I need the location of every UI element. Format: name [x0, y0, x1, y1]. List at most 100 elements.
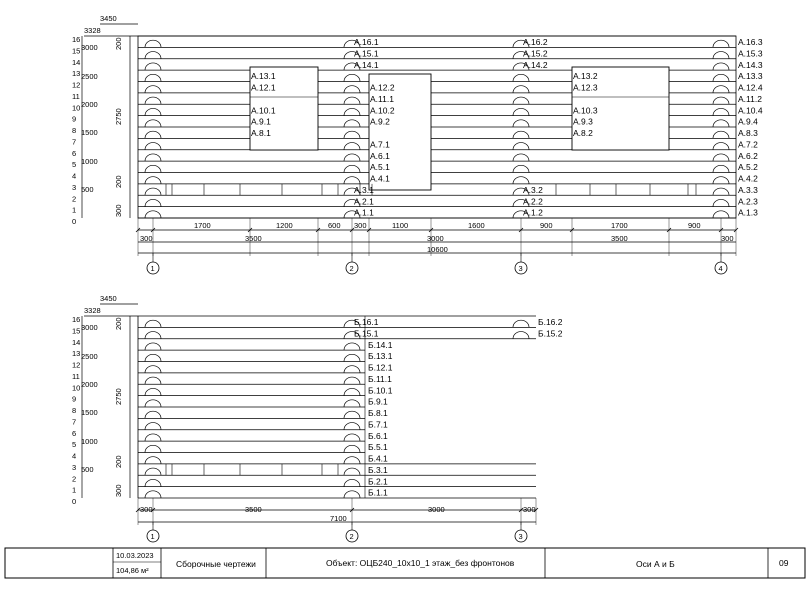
- scale-digit: 4: [72, 172, 76, 181]
- area-text: 104,86 м²: [116, 566, 149, 575]
- scale-digit: 2: [72, 474, 76, 483]
- label-a-right: A.14.3: [738, 60, 763, 70]
- axis-number: 4: [719, 264, 723, 273]
- label-a-window2: A.10.3: [573, 105, 598, 115]
- log-arch: [144, 96, 162, 105]
- label-b-right: Б.16.2: [538, 317, 563, 327]
- log-arch: [712, 153, 730, 162]
- axis-number: 1: [151, 532, 155, 541]
- log-arch: [144, 39, 162, 48]
- log-arch: [512, 165, 530, 173]
- scale-digit: 0: [72, 217, 76, 226]
- level-2000: 2000: [81, 100, 98, 109]
- scale-digit: 7: [72, 417, 76, 426]
- log-arch: [144, 445, 162, 453]
- log-arch: [343, 119, 361, 128]
- dim-3000: 3000: [427, 234, 444, 243]
- log-arch: [712, 108, 730, 116]
- log-arch: [343, 165, 361, 173]
- level-2000: 2000: [81, 380, 98, 389]
- scale-digit: 14: [72, 58, 80, 67]
- scale-digit: 9: [72, 115, 76, 124]
- label-a-col2: A.15.1: [354, 48, 379, 58]
- log-arch: [343, 445, 361, 453]
- axis-number: 3: [519, 264, 523, 273]
- scale-digit: 11: [72, 92, 80, 101]
- dim-3500: 3500: [245, 505, 262, 514]
- log-arch: [144, 433, 162, 442]
- log-arch: [144, 410, 162, 419]
- log-arch: [144, 210, 162, 219]
- scale-digit: 5: [72, 440, 76, 449]
- label-b-side: Б.1.1: [368, 488, 388, 498]
- log-arch: [712, 210, 730, 219]
- label-b-side: Б.12.1: [368, 363, 393, 373]
- vdim-200-bottom: 200: [114, 455, 123, 468]
- dim-300-right: 300: [523, 505, 536, 514]
- label-a-window2: A.13.2: [573, 71, 598, 81]
- vdim-200-top: 200: [114, 317, 123, 330]
- label-a-right: A.3.3: [738, 185, 758, 195]
- label-a-col3: A.2.2: [523, 196, 543, 206]
- label-a-right: A.4.2: [738, 174, 758, 184]
- label-a-right: A.2.3: [738, 196, 758, 206]
- vdim-200-top: 200: [114, 37, 123, 50]
- label-a-right: A.7.2: [738, 139, 758, 149]
- log-arch: [512, 74, 530, 82]
- log-arch: [712, 142, 730, 150]
- label-b-side: Б.7.1: [368, 419, 388, 429]
- label-a-window1: A.13.1: [251, 71, 276, 81]
- log-arch: [512, 142, 530, 150]
- axes-text: Оси А и Б: [636, 559, 675, 569]
- label-a-door: A.9.2: [370, 117, 390, 127]
- log-arch: [144, 388, 162, 396]
- scale-digit: 10: [72, 103, 80, 112]
- log-arch: [343, 388, 361, 396]
- axis-number: 2: [350, 264, 354, 273]
- label-a-col3: A.16.2: [523, 37, 548, 47]
- level-3000: 3000: [81, 323, 98, 332]
- log-arch: [512, 176, 530, 184]
- level-500: 500: [81, 465, 94, 474]
- scale-digit: 8: [72, 126, 76, 135]
- dim-1200: 1200: [276, 221, 293, 230]
- log-arch: [144, 51, 162, 59]
- level-1500: 1500: [81, 408, 98, 417]
- scale-digit: 15: [72, 46, 80, 55]
- scale-digit: 5: [72, 160, 76, 169]
- log-arch: [343, 399, 361, 408]
- label-b-side: Б.14.1: [368, 340, 393, 350]
- scale-digit: 9: [72, 395, 76, 404]
- level-2500: 2500: [81, 72, 98, 81]
- level-500: 500: [81, 185, 94, 194]
- label-a-door: A.12.2: [370, 83, 395, 93]
- log-arch: [712, 165, 730, 173]
- vdim-300: 300: [114, 204, 123, 217]
- log-arch: [144, 74, 162, 82]
- scale-digit: 1: [72, 486, 76, 495]
- log-arch: [712, 130, 730, 139]
- label-b-side: Б.10.1: [368, 385, 393, 395]
- log-arch: [512, 108, 530, 116]
- scale-digit: 8: [72, 406, 76, 415]
- level-1000: 1000: [81, 157, 98, 166]
- label-b-side: Б.6.1: [368, 431, 388, 441]
- log-arch: [343, 490, 361, 499]
- scale-digit: 16: [72, 315, 80, 324]
- label-b-side: Б.5.1: [368, 442, 388, 452]
- object-text: Объект: ОЦБ240_10х10_1 этаж_без фронтоно…: [326, 558, 515, 568]
- log-arch: [144, 467, 162, 476]
- label-a-right: A.1.3: [738, 208, 758, 218]
- label-a-door: A.10.2: [370, 105, 395, 115]
- log-arch: [712, 96, 730, 105]
- dim-total: 7100: [330, 514, 347, 523]
- log-arch: [512, 153, 530, 162]
- label-b-col2: Б.16.1: [354, 317, 379, 327]
- label-a-col2: A.16.1: [354, 37, 379, 47]
- sheet-number: 09: [779, 558, 789, 568]
- log-arch: [144, 399, 162, 408]
- log-arch: [144, 108, 162, 116]
- top-dim-3328: 3328: [84, 306, 101, 315]
- scale-digit: 14: [72, 338, 80, 347]
- scale-digit: 10: [72, 383, 80, 392]
